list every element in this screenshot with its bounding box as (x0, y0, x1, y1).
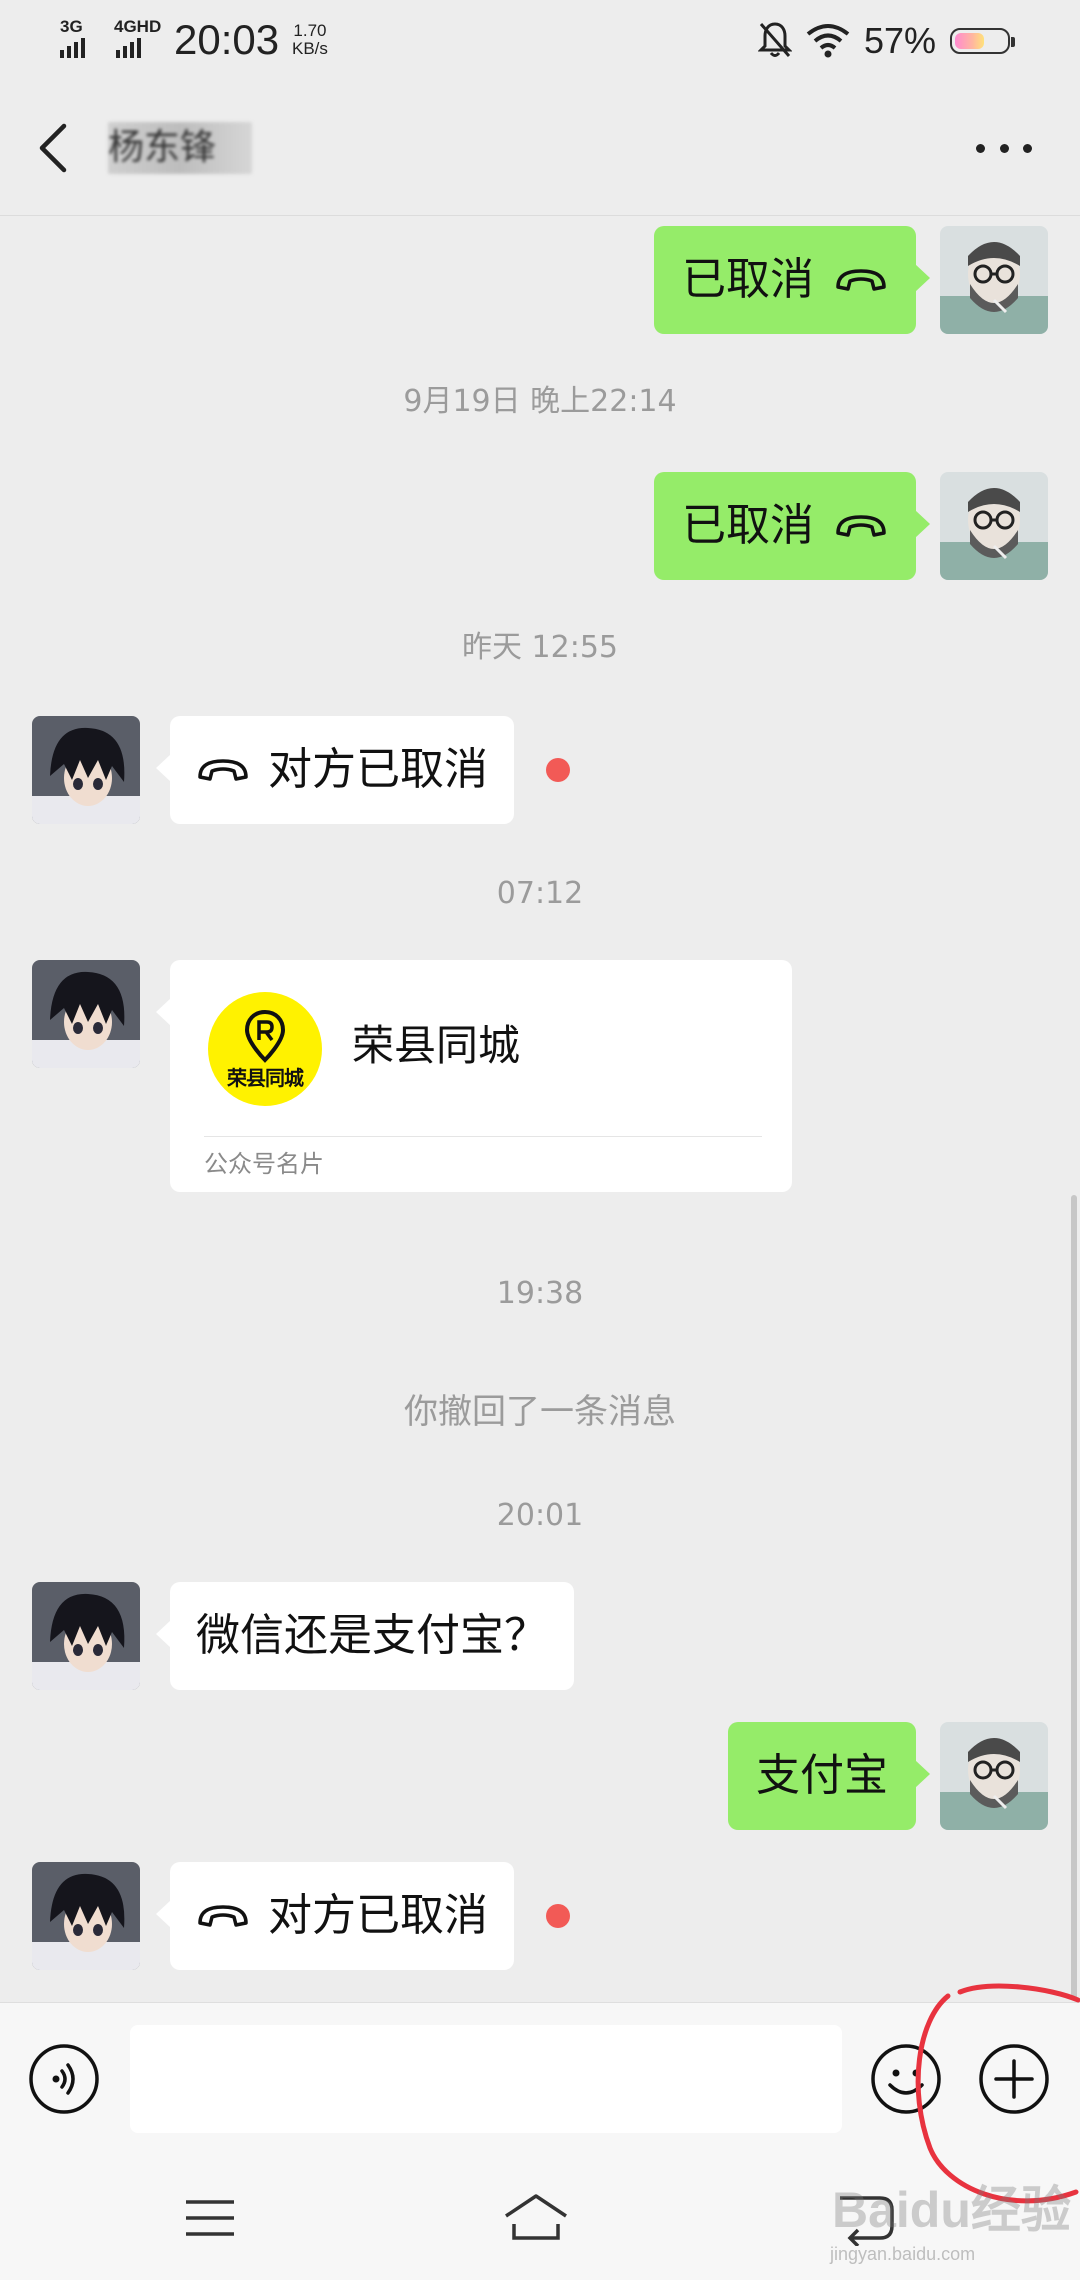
battery-icon (950, 28, 1015, 54)
network-speed-value: 1.70 (293, 21, 327, 40)
avatar-contact[interactable] (32, 960, 140, 1068)
hangup-phone-icon (836, 515, 886, 537)
status-bar: 3G 4GHD 20:03 1.70 KB/s 57% (0, 0, 1080, 80)
network-type-2: 4GHD (114, 17, 162, 36)
input-bar (0, 2002, 1080, 2154)
message-bubble-sent-call[interactable]: 已取消 (654, 472, 930, 580)
call-status-text: 对方已取消 (268, 1890, 488, 1941)
menu-icon[interactable] (174, 2190, 246, 2246)
message-bubble-received-call[interactable]: 对方已取消 (156, 716, 514, 824)
timestamp: 07:12 (496, 876, 584, 911)
card-type-label: 公众号名片 (204, 1150, 324, 1178)
card-divider (204, 1136, 762, 1137)
more-dots-icon[interactable] (976, 142, 1032, 154)
avatar-contact[interactable] (32, 1582, 140, 1690)
message-bubble-received-text[interactable]: 微信还是支付宝？ (156, 1582, 574, 1690)
back-icon[interactable] (830, 2190, 902, 2246)
avatar-self[interactable] (940, 1722, 1048, 1830)
plus-circle-icon[interactable] (978, 2043, 1050, 2115)
network-speed: 1.70 KB/s (292, 22, 328, 58)
card-logo: 荣县同城 (208, 992, 322, 1106)
hangup-phone-icon (198, 1905, 248, 1927)
emoji-icon[interactable] (870, 2043, 942, 2115)
call-status-text: 已取消 (682, 254, 814, 305)
card-logo-text: 荣县同城 (227, 1066, 304, 1090)
call-status-text: 对方已取消 (268, 744, 488, 795)
message-text: 支付宝 (756, 1750, 888, 1801)
unread-dot (546, 1904, 570, 1928)
message-text: 微信还是支付宝？ (196, 1610, 548, 1661)
battery-percent: 57% (864, 20, 937, 61)
chevron-left-icon[interactable] (30, 120, 80, 176)
timestamp: 20:01 (496, 1498, 584, 1533)
signal-icon (60, 38, 85, 58)
recalled-message-notice: 你撤回了一条消息 (404, 1392, 676, 1432)
timestamp: 19:38 (496, 1276, 584, 1311)
wifi-icon (806, 24, 850, 58)
signal-icon-2 (116, 38, 141, 58)
contact-name[interactable]: 杨东锋 (108, 122, 252, 174)
network-speed-unit: KB/s (292, 39, 328, 58)
message-bubble-sent-text[interactable]: 支付宝 (728, 1722, 930, 1830)
card-title: 荣县同城 (352, 1021, 521, 1070)
mute-bell-icon (758, 22, 792, 57)
message-bubble-received-call[interactable]: 对方已取消 (156, 1862, 514, 1970)
public-account-card[interactable]: 荣县同城 荣县同城 公众号名片 (156, 960, 792, 1192)
message-bubble-sent-call[interactable]: 已取消 (654, 226, 930, 334)
chat-header: 杨东锋 (0, 80, 1080, 216)
call-status-text: 已取消 (682, 500, 814, 551)
message-input[interactable] (130, 2025, 842, 2133)
avatar-self[interactable] (940, 226, 1048, 334)
unread-dot (546, 758, 570, 782)
timestamp: 昨天 12:55 (462, 630, 618, 665)
network-type-1: 3G (60, 17, 83, 36)
map-pin-icon (244, 1009, 286, 1063)
avatar-contact[interactable] (32, 716, 140, 824)
home-icon[interactable] (500, 2190, 572, 2246)
avatar-self[interactable] (940, 472, 1048, 580)
voice-icon[interactable] (28, 2043, 100, 2115)
hangup-phone-icon (836, 269, 886, 291)
avatar-contact[interactable] (32, 1862, 140, 1970)
system-nav-bar (0, 2154, 1080, 2280)
hangup-phone-icon (198, 759, 248, 781)
scrollbar[interactable] (1071, 1195, 1077, 2000)
timestamp: 9月19日 晚上22:14 (403, 384, 677, 419)
status-time: 20:03 (174, 16, 280, 63)
